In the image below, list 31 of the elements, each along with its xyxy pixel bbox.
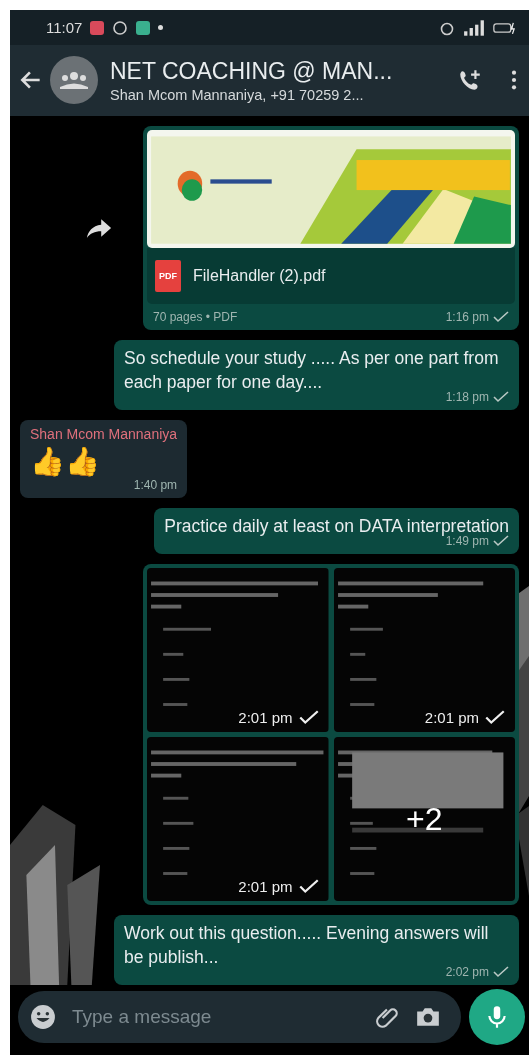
image-tile[interactable]: 2:01 pm xyxy=(147,736,329,901)
message-time: 1:18 pm xyxy=(445,389,489,404)
document-message[interactable]: PDF FileHandler (2).pdf 70 pages • PDF 1:16 pm xyxy=(143,125,519,330)
image-time: 2:01 pm xyxy=(238,708,293,726)
group-avatar-icon[interactable] xyxy=(50,56,98,105)
file-name: FileHandler (2).pdf xyxy=(193,266,326,285)
pdf-file-icon: PDF xyxy=(155,259,181,292)
emoji-icon[interactable] xyxy=(30,1003,56,1030)
message-text: 👍👍 xyxy=(30,444,101,479)
image-time: 2:01 pm xyxy=(238,877,293,895)
notification-icon xyxy=(136,20,151,35)
image-tile[interactable]: +2 xyxy=(333,736,515,901)
signal-icon xyxy=(463,19,485,36)
status-time: 11:07 xyxy=(46,19,83,37)
sender-name: Shan Mcom Mannaniya xyxy=(30,425,178,442)
image-tile[interactable]: 2:01 pm xyxy=(147,567,329,732)
file-info: 70 pages • PDF xyxy=(153,309,238,324)
message-text: So schedule your study ..... As per one part from each paper for one day.... xyxy=(124,346,500,392)
composer-bar[interactable]: Type a message xyxy=(18,990,461,1043)
notification-icon xyxy=(90,20,105,35)
message-time: 1:40 pm xyxy=(133,477,178,492)
more-options-icon[interactable] xyxy=(511,69,517,92)
message-time: 2:02 pm xyxy=(445,964,489,979)
message-time: 1:16 pm xyxy=(445,309,489,324)
more-images-count: +2 xyxy=(406,800,443,837)
message-input[interactable]: Type a message xyxy=(70,1004,361,1029)
group-title[interactable]: NET COACHING @ MAN... xyxy=(110,57,451,85)
forward-icon[interactable] xyxy=(85,216,113,239)
group-members: Shan Mcom Mannaniya, +91 70259 2... xyxy=(110,86,365,103)
message-text: Work out this question..... Evening answers will be publish... xyxy=(124,921,490,967)
dot-icon xyxy=(158,25,164,31)
